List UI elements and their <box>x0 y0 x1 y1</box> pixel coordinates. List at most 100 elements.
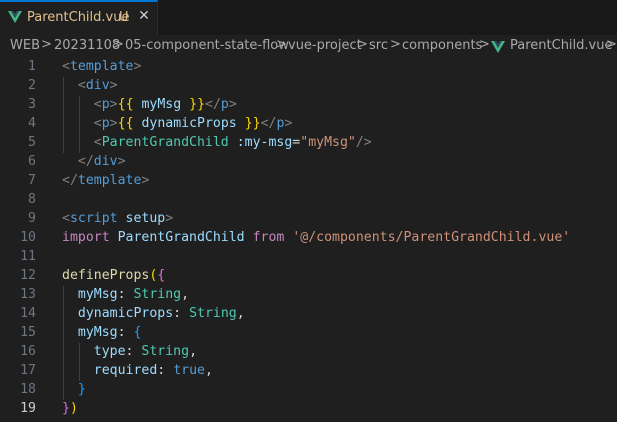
breadcrumb-item-vue-project[interactable]: vue-project <box>288 38 362 53</box>
code-token: dynamicProps <box>141 116 237 131</box>
code-line[interactable]: 6 </div> <box>0 152 617 171</box>
chevron-right-icon: > <box>276 37 287 52</box>
code-token: template <box>69 59 134 74</box>
code-token: div <box>85 78 110 93</box>
vue-icon <box>8 11 22 23</box>
code-token: {{ <box>117 97 134 112</box>
code-token: required <box>93 363 158 378</box>
line-number: 4 <box>28 116 36 131</box>
code-token: p <box>101 97 110 112</box>
code-editor[interactable]: 1 <template> 2 <div> 3 <p>{{ myMsg }}</p> 4 … <box>0 57 617 422</box>
code-token: > <box>117 154 126 169</box>
line-number: 5 <box>28 135 36 150</box>
code-token: }} <box>244 116 261 131</box>
breadcrumb-item-src[interactable]: src <box>369 38 388 53</box>
code-token: import <box>62 230 110 245</box>
code-token: String <box>133 287 182 302</box>
code-token: String <box>189 306 237 321</box>
code-text: <script setup> <box>62 209 173 228</box>
tab-title: ParentChild.vue <box>27 10 130 25</box>
chevron-right-icon: > <box>357 37 368 52</box>
code-token: < <box>93 116 102 131</box>
breadcrumb-item-20231108[interactable]: 20231108 <box>54 38 120 53</box>
code-line[interactable]: 16 type: String, <box>0 342 617 361</box>
code-token: { <box>157 268 166 283</box>
code-token: > <box>141 173 150 188</box>
code-line[interactable]: 4 <p>{{ dynamicProps }}</p> <box>0 114 617 133</box>
breadcrumb-item-web[interactable]: WEB <box>10 38 40 53</box>
chevron-right-icon: > <box>479 37 490 52</box>
code-line[interactable]: 2 <div> <box>0 76 617 95</box>
breadcrumb-item-parentchild-vue[interactable]: ParentChild.vue <box>510 38 612 53</box>
code-line[interactable]: 18 } <box>0 380 617 399</box>
code-line[interactable]: 9 <script setup> <box>0 209 617 228</box>
code-line[interactable]: 19}) <box>0 399 617 418</box>
code-token: : <box>157 363 174 378</box>
code-token: {{ <box>117 116 134 131</box>
line-number: 9 <box>28 211 36 226</box>
code-token: } <box>77 382 86 397</box>
code-token: : <box>117 325 134 340</box>
code-token: > <box>109 116 118 131</box>
tab-status-badge: U <box>119 10 129 25</box>
code-token: > <box>133 59 142 74</box>
code-token: p <box>220 97 229 112</box>
code-token: div <box>93 154 118 169</box>
code-line[interactable]: 10 import ParentGrandChild from '@/compon… <box>0 228 617 247</box>
breadcrumb-item-components[interactable]: components <box>402 38 482 53</box>
code-line[interactable]: 12 defineProps({ <box>0 266 617 285</box>
close-icon[interactable]: ✕ <box>136 8 152 24</box>
code-token: : <box>125 344 142 359</box>
code-token: , <box>204 363 213 378</box>
code-token: ParentGrandChild <box>101 135 229 150</box>
code-text: defineProps({ <box>62 266 165 285</box>
code-token: ParentGrandChild <box>117 230 245 245</box>
line-number: 17 <box>20 363 36 378</box>
code-text: import ParentGrandChild from '@/componen… <box>62 228 570 247</box>
tab-bar: ParentChild.vue U ✕ <box>0 0 617 36</box>
code-line[interactable]: 7 </template> <box>0 171 617 190</box>
code-line[interactable]: 8 <box>0 190 617 209</box>
line-number: 15 <box>20 325 36 340</box>
code-line[interactable]: 1 <template> <box>0 57 617 76</box>
code-line[interactable]: 17 required: true, <box>0 361 617 380</box>
code-token: , <box>181 287 190 302</box>
code-token: true <box>173 363 205 378</box>
code-line[interactable]: 14 dynamicProps: String, <box>0 304 617 323</box>
line-number: 7 <box>28 173 36 188</box>
code-text: required: true, <box>62 361 213 380</box>
breadcrumb-item-05-component-state-flow[interactable]: 05-component-state-flow <box>125 38 289 53</box>
code-token: < <box>62 211 70 226</box>
line-number: 10 <box>20 230 36 245</box>
code-text: </template> <box>62 171 149 190</box>
code-text: <template> <box>62 57 141 76</box>
code-token: setup <box>125 211 166 226</box>
code-token: :my-msg <box>236 135 293 150</box>
code-token: /> <box>355 135 372 150</box>
chevron-right-icon: > <box>606 37 617 52</box>
line-number: 14 <box>20 306 36 321</box>
chevron-right-icon: > <box>41 37 52 52</box>
code-text: } <box>62 380 86 399</box>
code-line[interactable]: 3 <p>{{ myMsg }}</p> <box>0 95 617 114</box>
code-line[interactable]: 5 <ParentGrandChild :my-msg="myMsg"/> <box>0 133 617 152</box>
code-line[interactable]: 15 myMsg: { <box>0 323 617 342</box>
code-token: type <box>93 344 126 359</box>
code-token: script <box>69 211 118 226</box>
chevron-right-icon: > <box>390 37 401 52</box>
code-token: dynamicProps <box>77 306 174 321</box>
code-text: myMsg: { <box>62 323 142 342</box>
code-line[interactable]: 13 myMsg: String, <box>0 285 617 304</box>
line-number: 3 <box>28 97 36 112</box>
tab-parentchild-vue[interactable]: ParentChild.vue U ✕ <box>0 0 158 35</box>
code-line[interactable]: 11 <box>0 247 617 266</box>
code-text: </div> <box>62 152 126 171</box>
